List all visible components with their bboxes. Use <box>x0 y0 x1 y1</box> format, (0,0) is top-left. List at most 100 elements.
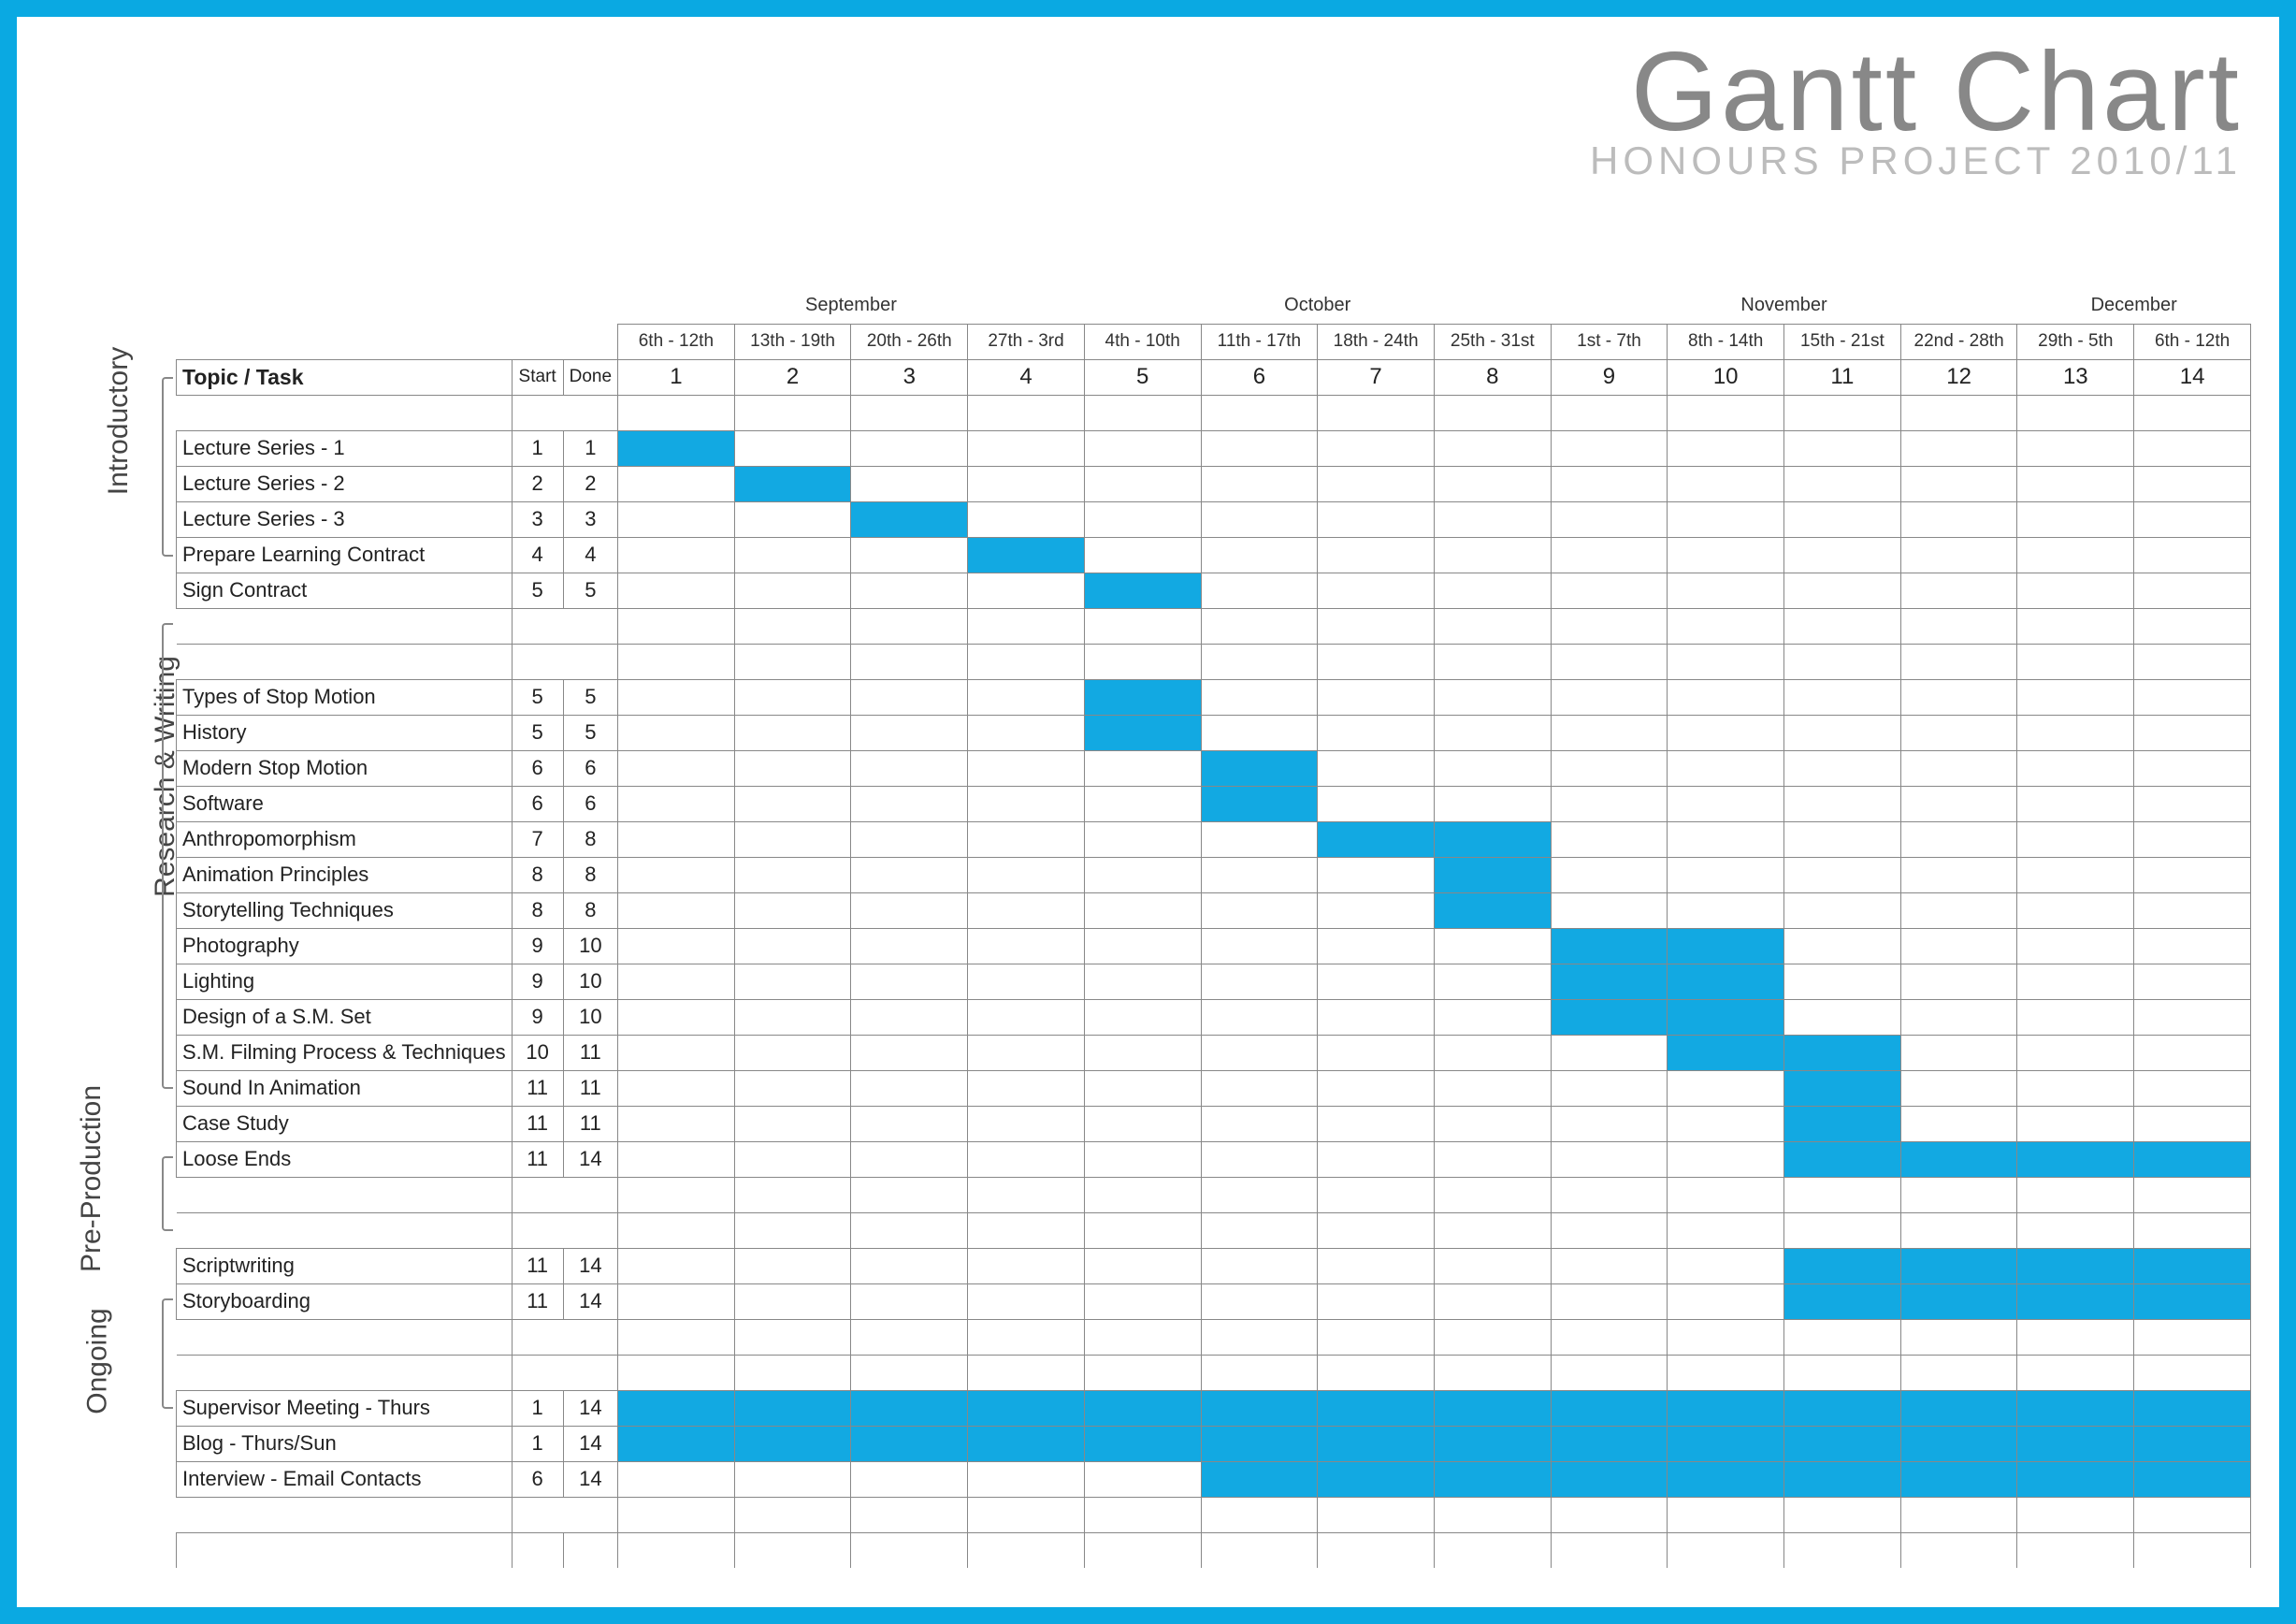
gantt-cell <box>851 928 968 964</box>
gantt-cell <box>618 1035 735 1070</box>
gantt-cell <box>1900 821 2017 857</box>
gantt-cell <box>968 466 1085 501</box>
gantt-cell <box>1318 501 1435 537</box>
gantt-cell <box>1318 1248 1435 1283</box>
done-cell: 14 <box>563 1283 617 1319</box>
gantt-cell <box>1668 1106 1784 1141</box>
gantt-cell <box>2134 573 2251 608</box>
gantt-cell <box>1201 501 1318 537</box>
gantt-cell <box>1318 1283 1435 1319</box>
gantt-cell <box>1900 679 2017 715</box>
task-name-cell: Modern Stop Motion <box>177 750 513 786</box>
chart-subtitle: HONOURS PROJECT 2010/11 <box>1590 138 2242 183</box>
gantt-cell <box>968 1426 1085 1461</box>
gantt-cell <box>1318 1141 1435 1177</box>
task-name-cell: Scriptwriting <box>177 1248 513 1283</box>
gantt-cell <box>1084 1426 1201 1461</box>
start-cell: 9 <box>512 928 563 964</box>
section-bracket <box>162 377 173 557</box>
task-row: Lighting910 <box>177 964 2251 999</box>
week-number-header: 2 <box>734 359 851 395</box>
gantt-cell <box>734 430 851 466</box>
gantt-cell <box>1900 573 2017 608</box>
gantt-cell <box>618 786 735 821</box>
gantt-cell <box>1434 928 1551 964</box>
gantt-cell <box>1551 857 1668 892</box>
gantt-cell <box>734 1248 851 1283</box>
gantt-cell <box>2017 857 2134 892</box>
gantt-cell <box>734 928 851 964</box>
gantt-cell <box>1318 892 1435 928</box>
gantt-cell <box>734 1106 851 1141</box>
task-name-cell: Storyboarding <box>177 1283 513 1319</box>
gantt-cell <box>1318 715 1435 750</box>
gantt-cell <box>1318 537 1435 573</box>
gantt-cell <box>1551 1248 1668 1283</box>
done-cell: 5 <box>563 573 617 608</box>
gantt-cell <box>968 573 1085 608</box>
gantt-cell <box>1201 1248 1318 1283</box>
gantt-cell <box>1434 964 1551 999</box>
gantt-cell <box>1434 1390 1551 1426</box>
gantt-cell <box>1318 750 1435 786</box>
gantt-cell <box>1551 1070 1668 1106</box>
gantt-cell <box>1900 999 2017 1035</box>
start-cell: 2 <box>512 466 563 501</box>
task-name-cell: Software <box>177 786 513 821</box>
done-cell: 14 <box>563 1390 617 1426</box>
gantt-cell <box>1668 1248 1784 1283</box>
done-cell: 14 <box>563 1426 617 1461</box>
task-name-cell: Loose Ends <box>177 1141 513 1177</box>
gantt-table: SeptemberOctoberNovemberDecember6th - 12… <box>176 288 2251 1568</box>
gantt-cell <box>2017 1141 2134 1177</box>
gantt-cell <box>734 1035 851 1070</box>
gantt-cell <box>1318 821 1435 857</box>
gantt-cell <box>2134 537 2251 573</box>
gantt-cell <box>2134 430 2251 466</box>
gantt-cell <box>1784 537 1901 573</box>
gantt-cell <box>2017 1461 2134 1497</box>
gantt-cell <box>2134 786 2251 821</box>
gantt-cell <box>2017 1426 2134 1461</box>
week-number-header: 11 <box>1784 359 1901 395</box>
gantt-cell <box>734 679 851 715</box>
gantt-cell <box>1900 1283 2017 1319</box>
gantt-cell <box>2134 501 2251 537</box>
gantt-cell <box>1900 928 2017 964</box>
gantt-cell <box>1318 999 1435 1035</box>
task-name-cell: Blog - Thurs/Sun <box>177 1426 513 1461</box>
gantt-cell <box>1084 715 1201 750</box>
gantt-cell <box>2134 1070 2251 1106</box>
start-cell: 4 <box>512 537 563 573</box>
gantt-cell <box>2134 1141 2251 1177</box>
gantt-cell <box>1784 821 1901 857</box>
gantt-cell <box>734 892 851 928</box>
gantt-cell <box>1668 466 1784 501</box>
gantt-cell <box>968 964 1085 999</box>
gantt-cell <box>2134 1283 2251 1319</box>
gantt-cell <box>968 501 1085 537</box>
start-cell: 8 <box>512 857 563 892</box>
gantt-cell <box>851 573 968 608</box>
gantt-cell <box>2134 1426 2251 1461</box>
gantt-cell <box>968 821 1085 857</box>
gantt-cell <box>1434 1248 1551 1283</box>
gantt-cell <box>1201 821 1318 857</box>
gantt-cell <box>618 466 735 501</box>
gantt-cell <box>1318 1390 1435 1426</box>
gantt-cell <box>1201 1106 1318 1141</box>
gantt-cell <box>1084 999 1201 1035</box>
date-range-header: 22nd - 28th <box>1900 324 2017 359</box>
gantt-cell <box>2017 573 2134 608</box>
gantt-cell <box>1318 786 1435 821</box>
gantt-cell <box>1784 466 1901 501</box>
gantt-cell <box>1084 1106 1201 1141</box>
month-header: December <box>2017 288 2251 324</box>
gantt-cell <box>1201 1035 1318 1070</box>
gantt-cell <box>851 430 968 466</box>
gantt-cell <box>851 679 968 715</box>
gantt-cell <box>968 537 1085 573</box>
gantt-cell <box>618 999 735 1035</box>
gantt-cell <box>618 1461 735 1497</box>
gantt-cell <box>968 1461 1085 1497</box>
